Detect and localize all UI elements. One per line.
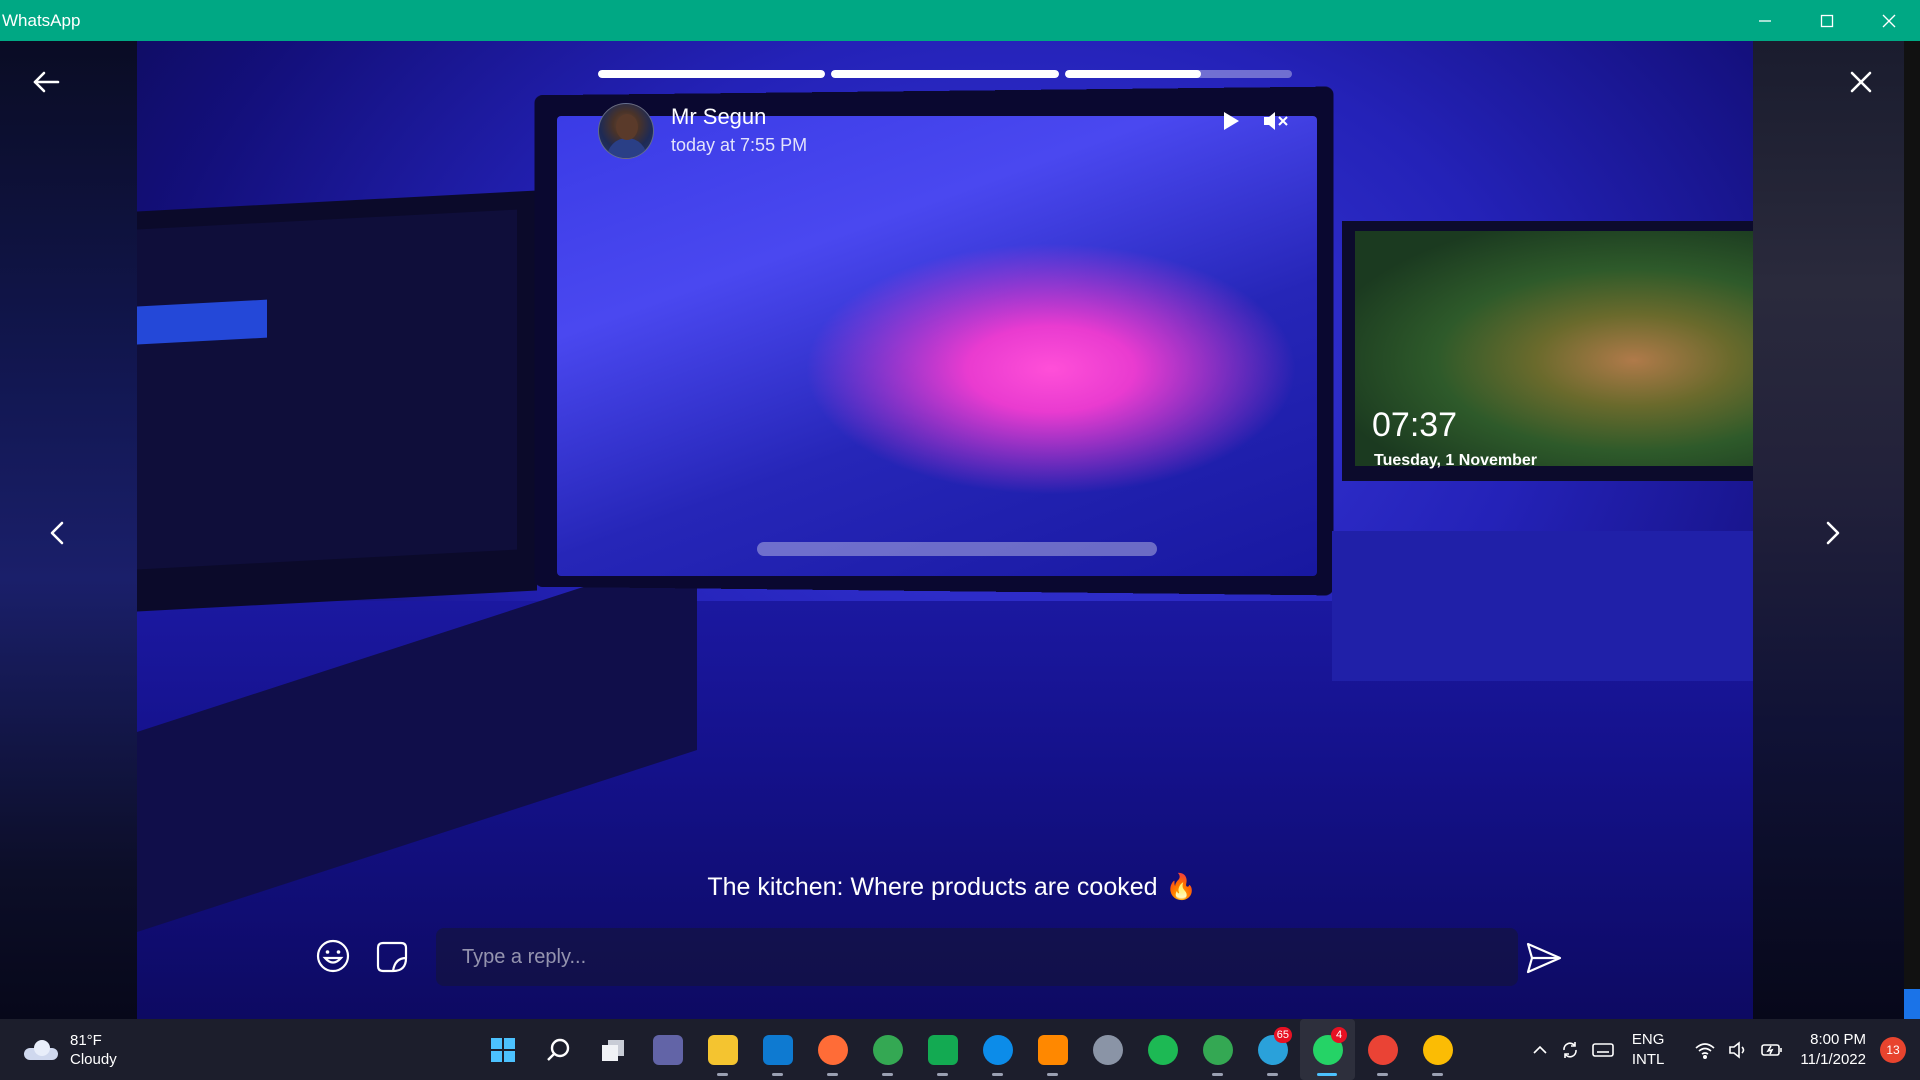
send-button[interactable] [1526,942,1562,979]
chrome-dev-taskbar-button[interactable] [1355,1019,1410,1080]
chrome-profile-icon [1202,1034,1233,1065]
unread-badge: 65 [1273,1027,1292,1043]
reply-input[interactable] [436,928,1518,986]
emoji-button[interactable] [315,938,351,979]
close-icon [1882,14,1896,27]
contact-name[interactable]: Mr Segun [671,104,766,130]
speaker-icon [1729,1040,1745,1059]
next-status-button[interactable] [1824,520,1842,551]
status-progress-segment [598,70,826,78]
notification-count-badge[interactable]: 13 [1880,1036,1906,1063]
maximize-button[interactable] [1796,0,1858,41]
chrome-icon [872,1034,903,1065]
task-view-icon [598,1035,628,1065]
minimize-icon [1759,19,1771,22]
previous-status-button[interactable] [48,520,66,551]
arrow-left-icon [33,71,60,93]
title-bar: WhatsApp [0,0,1920,41]
search-icon [543,1035,573,1065]
search-taskbar-button[interactable] [530,1019,585,1080]
settings-taskbar-button[interactable] [1080,1019,1135,1080]
touch-keyboard-button[interactable] [1592,1042,1614,1058]
sync-icon [1563,1041,1577,1058]
photo-lock-time: 07:37 [1372,406,1458,444]
volume-button[interactable] [1728,1040,1748,1059]
spotify-taskbar-button[interactable] [1135,1019,1190,1080]
battery-button[interactable] [1760,1041,1784,1059]
status-time: today at 7:55 PM [671,135,808,155]
file-explorer-icon [707,1034,738,1065]
play-button[interactable] [1222,111,1240,136]
postman-icon [817,1034,848,1065]
close-icon [1850,71,1872,93]
weather-widget[interactable]: 81°F Cloudy [24,1031,117,1069]
mongodb-compass-icon [927,1034,958,1065]
system-tray: ENG INTL 8:00 PM 11/1/2022 13 [1520,1019,1906,1080]
mongodb-compass-taskbar-button[interactable] [915,1019,970,1080]
settings-icon [1092,1034,1123,1065]
chevron-right-icon [1826,521,1840,545]
teams-chat-icon [652,1034,683,1065]
weather-temp: 81°F [70,1032,102,1049]
chrome-canary-icon [1422,1034,1453,1065]
edge-taskbar-button[interactable] [970,1019,1025,1080]
vscode-taskbar-button[interactable] [750,1019,805,1080]
smiley-icon [316,939,350,973]
back-button[interactable] [32,70,60,99]
minimize-button[interactable] [1734,0,1796,41]
weather-condition: Cloudy [70,1051,117,1068]
vlc-icon [1037,1034,1068,1065]
telegram-taskbar-button[interactable]: 65 [1245,1019,1300,1080]
sticker-button[interactable] [375,940,409,979]
chevron-left-icon [50,521,64,545]
muted-speaker-icon [1264,112,1288,130]
send-icon [1526,942,1562,974]
wifi-button[interactable] [1694,1041,1716,1059]
status-progress-segment [831,70,1059,78]
taskbar-clock[interactable]: 8:00 PM 11/1/2022 [1800,1030,1866,1070]
app-title: WhatsApp [2,10,81,30]
right-edge-strip [1904,41,1920,1019]
teams-chat-taskbar-button[interactable] [640,1019,695,1080]
whatsapp-taskbar-button[interactable]: 4 [1300,1019,1355,1080]
spotify-icon [1147,1034,1178,1065]
avatar[interactable] [598,103,654,159]
task-view-taskbar-button[interactable] [585,1019,640,1080]
close-window-button[interactable] [1858,0,1920,41]
status-progress-segment [1064,70,1292,78]
postman-taskbar-button[interactable] [805,1019,860,1080]
status-caption: The kitchen: Where products are cooked 🔥 [0,873,1904,902]
chrome-canary-taskbar-button[interactable] [1410,1019,1465,1080]
chrome-dev-icon [1367,1034,1398,1065]
fire-emoji-icon: 🔥 [1165,873,1197,901]
mute-button[interactable] [1262,110,1290,137]
battery-icon [1761,1043,1783,1056]
windows-start-taskbar-button[interactable] [475,1019,530,1080]
cloud-icon [24,1040,58,1060]
sync-button[interactable] [1560,1040,1580,1060]
window-controls [1734,0,1920,41]
caption-text: The kitchen: Where products are cooked [707,873,1158,901]
chrome-profile-taskbar-button[interactable] [1190,1019,1245,1080]
show-hidden-icons-button[interactable] [1532,1045,1548,1055]
chevron-up-icon [1533,1045,1547,1054]
maximize-icon [1820,14,1834,27]
chrome-taskbar-button[interactable] [860,1019,915,1080]
close-status-button[interactable] [1849,70,1873,99]
input-language[interactable]: ENG INTL [1632,1030,1665,1070]
play-icon [1224,112,1239,130]
windows-start-icon [488,1035,518,1065]
taskbar: 81°F Cloudy 654 ENG INTL 8:00 PM 11/1/2 [0,1019,1920,1080]
reply-field[interactable] [436,928,1518,986]
file-explorer-taskbar-button[interactable] [695,1019,750,1080]
unread-badge: 4 [1331,1027,1347,1043]
photo-lock-date: Tuesday, 1 November [1374,452,1538,469]
taskbar-apps: 65 4 [475,1019,1465,1080]
vlc-taskbar-button[interactable] [1025,1019,1080,1080]
sticker-icon [376,941,408,973]
edge-icon [982,1034,1013,1065]
vscode-icon [762,1034,793,1065]
keyboard-icon [1592,1042,1614,1057]
wifi-icon [1695,1042,1715,1059]
